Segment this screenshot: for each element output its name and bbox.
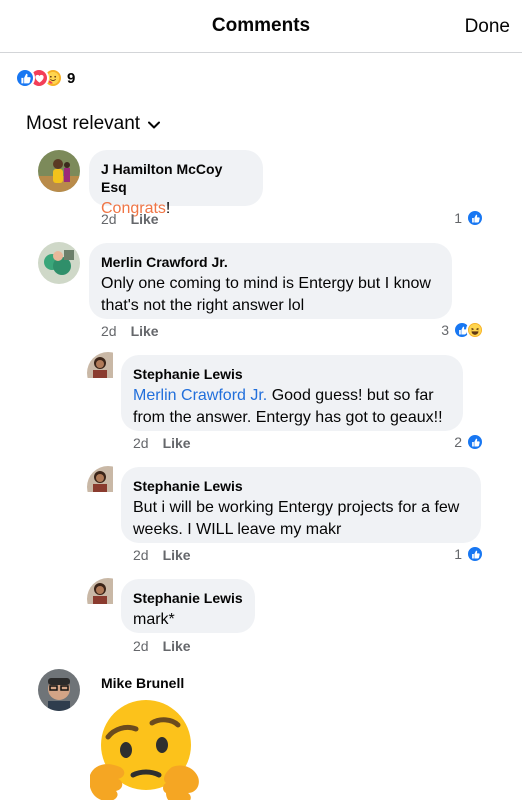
comment-text: mark* [133, 611, 175, 628]
comment-reaction-count: 1 [454, 210, 462, 226]
comment-bubble[interactable]: Stephanie Lewis mark* [121, 579, 255, 633]
reactions-summary[interactable]: 9 [15, 67, 75, 89]
comments-header: Comments Done [0, 0, 522, 53]
commenter-name[interactable]: Stephanie Lewis [133, 589, 243, 607]
commenter-name[interactable]: Mike Brunell [101, 675, 184, 691]
done-button[interactable]: Done [465, 16, 510, 38]
avatar[interactable] [38, 150, 80, 192]
like-reaction-icon [466, 209, 484, 227]
comment-text: Merlin Crawford Jr. Good guess! but so f… [133, 385, 451, 429]
comment-time[interactable]: 2d [133, 638, 149, 654]
comment-text-rest: ! [165, 200, 171, 217]
comment-reactions[interactable]: 3 [441, 321, 484, 339]
page-title: Comments [211, 15, 311, 36]
avatar[interactable] [38, 242, 80, 284]
comment-actions: 2d Like [101, 211, 159, 227]
like-button[interactable]: Like [163, 547, 191, 563]
sort-label: Most relevant [26, 113, 141, 134]
comment-bubble[interactable]: Stephanie Lewis Merlin Crawford Jr. Good… [121, 355, 463, 431]
commenter-name[interactable]: Stephanie Lewis [133, 477, 469, 495]
mention-link[interactable]: Merlin Crawford Jr. [133, 387, 267, 404]
comment-text: Only one coming to mind is Entergy but I… [101, 275, 431, 314]
thinking-face-icon [88, 695, 208, 800]
haha-reaction-icon [466, 321, 484, 339]
comment-actions: 2d Like [133, 547, 191, 563]
like-reaction-icon [466, 545, 484, 563]
comment-time[interactable]: 2d [133, 435, 149, 451]
like-button[interactable]: Like [163, 435, 191, 451]
comment-actions: 2d Like [133, 435, 191, 451]
like-reaction-icon [15, 68, 35, 88]
comment-actions: 2d Like [133, 638, 191, 654]
like-reaction-icon [466, 433, 484, 451]
commenter-name[interactable]: Stephanie Lewis [133, 365, 451, 383]
comment-reactions[interactable]: 2 [454, 433, 484, 451]
commenter-name[interactable]: J Hamilton McCoy Esq [101, 160, 251, 196]
comment-actions: 2d Like [101, 323, 159, 339]
comment-reaction-count: 2 [454, 434, 462, 450]
like-button[interactable]: Like [131, 211, 159, 227]
comment-time[interactable]: 2d [101, 211, 117, 227]
comment-reaction-count: 1 [454, 546, 462, 562]
comment-reactions[interactable]: 1 [454, 209, 484, 227]
like-button[interactable]: Like [131, 323, 159, 339]
commenter-name[interactable]: Merlin Crawford Jr. [101, 253, 440, 271]
sort-dropdown[interactable]: Most relevant [26, 113, 161, 135]
comment-reactions[interactable]: 1 [454, 545, 484, 563]
reaction-count: 9 [67, 69, 76, 87]
comment-text: But i will be working Entergy projects f… [133, 499, 460, 538]
comment-time[interactable]: 2d [101, 323, 117, 339]
comment-bubble[interactable]: Merlin Crawford Jr. Only one coming to m… [89, 243, 452, 319]
comment-reaction-count: 3 [441, 322, 449, 338]
comment-bubble[interactable]: Stephanie Lewis But i will be working En… [121, 467, 481, 543]
chevron-down-icon [148, 116, 161, 134]
avatar[interactable] [38, 669, 80, 711]
comment-bubble[interactable]: J Hamilton McCoy Esq Congrats! [89, 150, 263, 217]
comment-time[interactable]: 2d [133, 547, 149, 563]
like-button[interactable]: Like [163, 638, 191, 654]
